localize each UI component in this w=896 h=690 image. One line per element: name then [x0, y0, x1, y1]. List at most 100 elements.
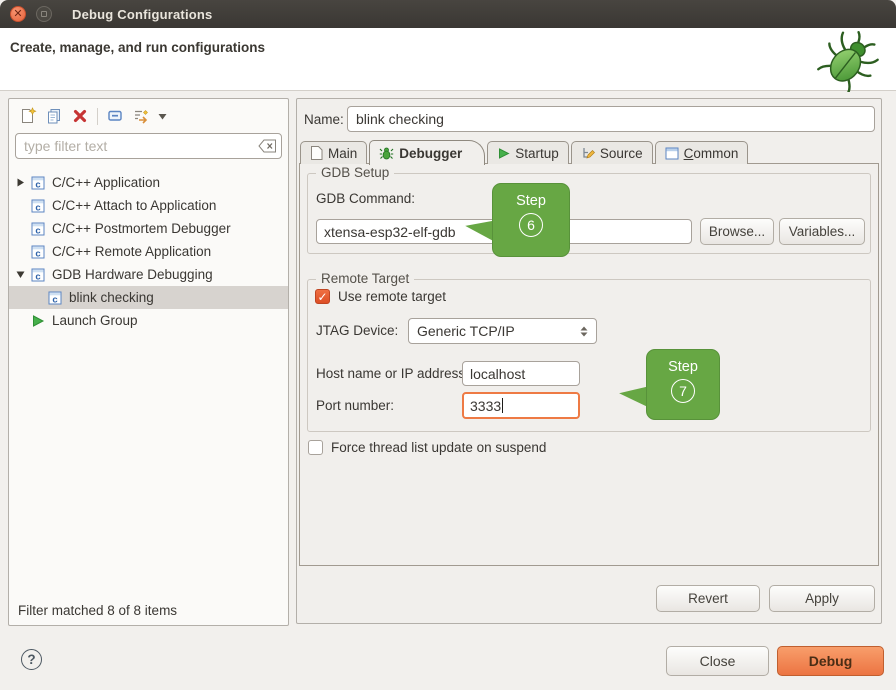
tree-item-cpp-remote[interactable]: c C/C++ Remote Application — [9, 240, 288, 263]
editor-actions: Revert Apply — [656, 585, 875, 612]
source-tree-icon — [581, 146, 595, 160]
configurations-tree: c C/C++ Application c C/C++ Attach to Ap… — [9, 171, 288, 332]
filter-icon — [132, 107, 150, 125]
jtag-device-select[interactable]: Generic TCP/IP — [408, 318, 597, 344]
close-button[interactable]: Close — [666, 646, 769, 676]
svg-text:c: c — [35, 271, 40, 282]
step7-callout: Step 7 — [646, 349, 720, 420]
toolbar-separator — [97, 108, 98, 125]
tab-common[interactable]: Common — [655, 141, 749, 164]
configuration-editor: Name: Main Debugger — [296, 98, 882, 624]
jtag-device-label: JTAG Device: — [316, 323, 398, 338]
tab-label: Startup — [515, 146, 559, 161]
filter-input[interactable] — [15, 133, 282, 159]
tab-debugger[interactable]: Debugger — [369, 140, 485, 165]
debug-button[interactable]: Debug — [777, 646, 884, 676]
dialog-header: Create, manage, and run configurations — [0, 28, 896, 91]
new-document-icon — [19, 107, 37, 125]
port-value: 3333 — [470, 398, 501, 414]
gdb-setup-group: GDB Setup GDB Command: Browse... Variabl… — [307, 173, 871, 254]
duplicate-configuration-button[interactable] — [41, 105, 67, 127]
name-input[interactable] — [347, 106, 875, 132]
c-app-icon: c — [30, 221, 47, 237]
variables-button[interactable]: Variables... — [779, 218, 865, 245]
collapse-all-button[interactable] — [102, 105, 128, 127]
c-app-icon: c — [47, 290, 64, 306]
collapse-all-icon — [106, 107, 124, 125]
tree-item-label: GDB Hardware Debugging — [52, 267, 213, 282]
configurations-toolbar — [15, 104, 170, 128]
gdb-command-label: GDB Command: — [316, 191, 415, 206]
window-maximize-button[interactable] — [36, 6, 52, 22]
titlebar: ✕ Debug Configurations — [0, 0, 896, 28]
c-app-icon: c — [30, 198, 47, 214]
tab-label: Debugger — [399, 146, 462, 161]
host-label: Host name or IP address: — [316, 366, 469, 381]
tab-main[interactable]: Main — [300, 141, 367, 164]
apply-button[interactable]: Apply — [769, 585, 875, 612]
browse-button[interactable]: Browse... — [700, 218, 774, 245]
checkbox-unchecked-icon — [308, 440, 323, 455]
new-configuration-button[interactable] — [15, 105, 41, 127]
host-input[interactable] — [462, 361, 580, 386]
filter-field-wrap — [15, 133, 282, 159]
gdb-setup-legend: GDB Setup — [316, 165, 394, 180]
svg-text:c: c — [35, 202, 40, 213]
play-icon — [497, 147, 510, 160]
debugger-bug-icon — [379, 146, 394, 161]
use-remote-target-checkbox[interactable]: ✓ Use remote target — [315, 289, 446, 304]
remote-target-legend: Remote Target — [316, 271, 414, 286]
filter-status-text: Filter matched 8 of 8 items — [18, 603, 177, 618]
tab-label: Common — [684, 146, 739, 161]
force-thread-checkbox[interactable]: Force thread list update on suspend — [308, 440, 546, 455]
remote-target-group: Remote Target ✓ Use remote target JTAG D… — [307, 279, 871, 432]
port-input[interactable]: 3333 — [462, 392, 580, 419]
c-app-icon: c — [30, 244, 47, 260]
chevron-down-icon — [158, 113, 167, 120]
tree-item-cpp-attach[interactable]: c C/C++ Attach to Application — [9, 194, 288, 217]
configurations-panel: c C/C++ Application c C/C++ Attach to Ap… — [8, 98, 289, 626]
collapse-arrow-icon[interactable] — [16, 270, 30, 279]
tab-startup[interactable]: Startup — [487, 141, 569, 164]
text-caret — [502, 398, 503, 413]
step6-number: 6 — [519, 213, 543, 237]
tree-item-label: Launch Group — [52, 313, 138, 328]
c-app-icon: c — [30, 175, 47, 191]
maximize-icon — [41, 11, 47, 17]
tab-label: Main — [328, 146, 357, 161]
filter-configurations-button[interactable] — [128, 105, 154, 127]
use-remote-target-label: Use remote target — [338, 289, 446, 304]
tree-item-label: C/C++ Postmortem Debugger — [52, 221, 231, 236]
tree-item-cpp-application[interactable]: c C/C++ Application — [9, 171, 288, 194]
checkbox-checked-icon: ✓ — [315, 289, 330, 304]
tree-item-label: C/C++ Application — [52, 175, 160, 190]
expand-arrow-icon[interactable] — [16, 178, 30, 187]
clear-filter-button[interactable] — [258, 139, 277, 158]
tree-item-cpp-postmortem[interactable]: c C/C++ Postmortem Debugger — [9, 217, 288, 240]
copy-icon — [45, 107, 63, 125]
svg-text:c: c — [35, 248, 40, 259]
delete-configuration-button[interactable] — [67, 105, 93, 127]
window-title: Debug Configurations — [72, 7, 213, 22]
toolbar-menu-button[interactable] — [154, 105, 170, 127]
name-label: Name: — [304, 112, 344, 127]
svg-text:c: c — [35, 179, 40, 190]
debug-configurations-dialog: ✕ Debug Configurations Create, manage, a… — [0, 0, 896, 690]
launch-group-icon — [30, 313, 47, 329]
dialog-header-title: Create, manage, and run configurations — [10, 40, 265, 55]
tree-item-launch-group[interactable]: Launch Group — [9, 309, 288, 332]
debug-bug-icon — [816, 28, 880, 97]
tree-item-blink-checking[interactable]: c blink checking — [9, 286, 288, 309]
help-button[interactable]: ? — [21, 649, 42, 670]
tab-source[interactable]: Source — [571, 141, 653, 164]
window-close-button[interactable]: ✕ — [10, 6, 26, 22]
revert-button[interactable]: Revert — [656, 585, 760, 612]
jtag-device-value: Generic TCP/IP — [417, 323, 515, 339]
spinner-arrows-icon — [580, 326, 588, 337]
step7-title: Step — [668, 359, 698, 375]
step6-title: Step — [516, 193, 546, 209]
tree-item-gdb-hardware[interactable]: c GDB Hardware Debugging — [9, 263, 288, 286]
tree-item-label: blink checking — [69, 290, 154, 305]
port-label: Port number: — [316, 398, 394, 413]
file-icon — [310, 146, 323, 160]
